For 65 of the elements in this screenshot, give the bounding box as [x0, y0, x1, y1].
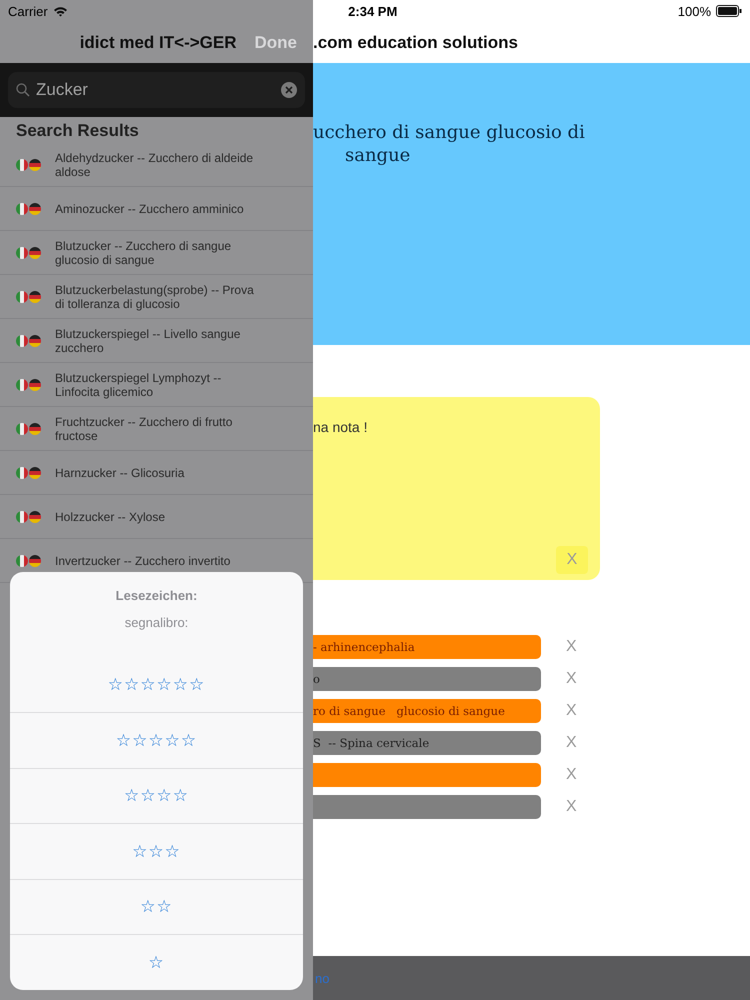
- germany-flag-icon: [29, 290, 41, 302]
- italy-flag-icon: [16, 466, 28, 478]
- italy-flag-icon: [16, 334, 28, 346]
- italy-flag-icon: [16, 422, 28, 434]
- bookmark-bar[interactable]: o: [313, 667, 541, 691]
- carrier-label: Carrier: [8, 4, 48, 18]
- germany-flag-icon: [29, 246, 41, 258]
- result-row[interactable]: Aminozucker -- Zucchero amminico: [0, 187, 313, 231]
- germany-flag-icon: [29, 334, 41, 346]
- rating-option[interactable]: ☆☆☆☆☆☆: [10, 657, 303, 712]
- italy-flag-icon: [16, 554, 28, 566]
- search-icon: [16, 83, 30, 97]
- entry-text: sangue: [344, 144, 412, 167]
- bookmark-bar[interactable]: S -- Spina cervicale: [313, 731, 541, 755]
- result-row[interactable]: Holzzucker -- Xylose: [0, 495, 313, 539]
- germany-flag-icon: [29, 202, 41, 214]
- search-field[interactable]: Zucker: [8, 72, 305, 108]
- note-text: na nota !: [313, 419, 368, 435]
- done-button[interactable]: Done: [254, 32, 297, 52]
- section-header: Search Results: [15, 120, 140, 142]
- bookmark-bar[interactable]: [313, 763, 541, 787]
- rating-option[interactable]: ☆☆☆☆☆: [10, 712, 303, 768]
- bookmark-bar[interactable]: [313, 795, 541, 819]
- rating-option[interactable]: ☆☆☆☆: [10, 768, 303, 824]
- italy-flag-icon: [16, 510, 28, 522]
- result-row[interactable]: Aldehydzucker -- Zucchero di aldeide aldose: [0, 143, 313, 187]
- close-button[interactable]: X: [562, 766, 581, 784]
- result-row[interactable]: Blutzuckerbelastung(sprobe) -- Prova di tolleranza di glucosio: [0, 275, 313, 319]
- germany-flag-icon: [29, 158, 41, 170]
- result-row[interactable]: Blutzuckerspiegel -- Livello sangue zucchero: [0, 319, 313, 363]
- sheet-subtitle: segnalibro:: [124, 615, 190, 630]
- rating-option[interactable]: ☆☆☆: [10, 823, 303, 879]
- status-time: 2:34 PM: [348, 4, 398, 18]
- germany-flag-icon: [29, 554, 41, 566]
- italy-flag-icon: [16, 378, 28, 390]
- bookmark-bar[interactable]: ro di sangue glucosio di sangue: [313, 699, 541, 723]
- battery-icon: [716, 5, 742, 17]
- nav-title: idict med IT<->GER: [80, 32, 236, 52]
- germany-flag-icon: [29, 466, 41, 478]
- italy-flag-icon: [16, 202, 28, 214]
- rating-option[interactable]: ☆☆: [10, 878, 303, 934]
- bookmark-bar[interactable]: - arhinencephalia: [313, 635, 541, 659]
- sheet-title: Lesezeichen:: [114, 588, 198, 603]
- italy-flag-icon: [16, 290, 28, 302]
- rating-option[interactable]: ☆: [10, 934, 303, 990]
- close-button[interactable]: X: [562, 670, 581, 688]
- result-row[interactable]: Blutzucker -- Zucchero di sangue glucosio di sangue: [0, 231, 313, 275]
- italy-flag-icon: [16, 246, 28, 258]
- close-button[interactable]: X: [556, 546, 588, 574]
- nav-title: .com education solutions: [313, 32, 519, 54]
- result-row[interactable]: Harnzucker -- Glicosuria: [0, 451, 313, 495]
- germany-flag-icon: [29, 378, 41, 390]
- close-button[interactable]: X: [562, 638, 581, 656]
- result-row[interactable]: Blutzuckerspiegel Lymphozyt -- Linfocita glicemico: [0, 363, 313, 407]
- entry-text: ucchero di sangue glucosio di: [313, 121, 586, 144]
- close-button[interactable]: X: [562, 734, 581, 752]
- result-row[interactable]: Fruchtzucker -- Zucchero di frutto fructose: [0, 407, 313, 451]
- battery-percent: 100%: [678, 4, 711, 18]
- germany-flag-icon: [29, 422, 41, 434]
- close-button[interactable]: X: [562, 702, 581, 720]
- italy-flag-icon: [16, 158, 28, 170]
- germany-flag-icon: [29, 510, 41, 522]
- clear-icon: [281, 82, 297, 98]
- close-button[interactable]: X: [562, 798, 581, 816]
- wifi-icon: [52, 6, 68, 16]
